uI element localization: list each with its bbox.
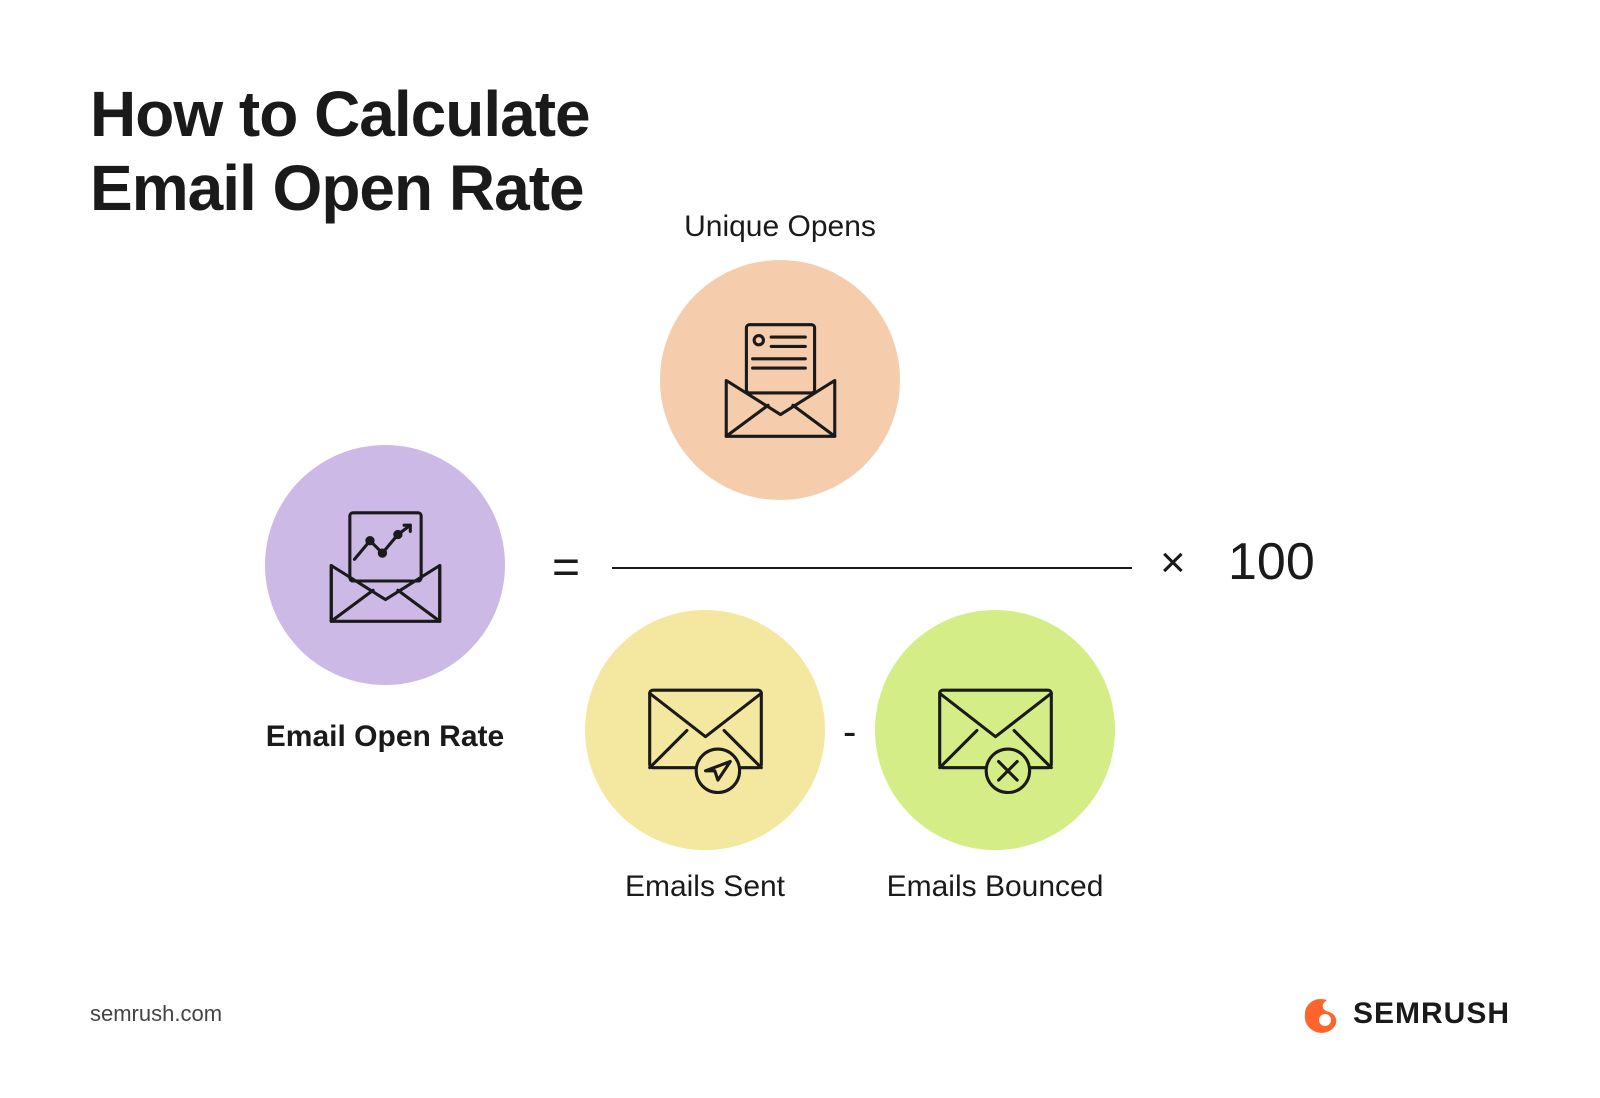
- open-rate-label: Email Open Rate: [245, 720, 525, 754]
- flame-icon: [1299, 992, 1343, 1036]
- open-rate-circle: [265, 445, 505, 685]
- emails-bounced-label: Emails Bounced: [855, 870, 1135, 904]
- emails-sent-circle: [585, 610, 825, 850]
- emails-bounced-circle: [875, 610, 1115, 850]
- page-title: How to Calculate Email Open Rate: [90, 78, 590, 225]
- footer-url: semrush.com: [90, 1001, 222, 1027]
- envelope-chart-icon: [308, 488, 463, 643]
- footer: semrush.com SEMRUSH: [90, 992, 1510, 1036]
- unique-opens-circle: [660, 260, 900, 500]
- times-sign: ×: [1160, 538, 1186, 588]
- formula-diagram: Email Open Rate = Unique Opens: [0, 250, 1600, 950]
- equals-sign: =: [552, 540, 580, 595]
- emails-sent-label: Emails Sent: [565, 870, 845, 904]
- brand-logo: SEMRUSH: [1299, 992, 1510, 1036]
- envelope-send-icon: [628, 653, 783, 808]
- title-line2: Email Open Rate: [90, 152, 584, 224]
- minus-sign: -: [843, 710, 856, 755]
- envelope-open-document-icon: [703, 303, 858, 458]
- multiplier-constant: 100: [1228, 532, 1315, 592]
- envelope-bounce-icon: [918, 653, 1073, 808]
- title-line1: How to Calculate: [90, 78, 590, 150]
- fraction-line: [612, 567, 1132, 569]
- brand-name: SEMRUSH: [1353, 997, 1510, 1031]
- unique-opens-label: Unique Opens: [640, 210, 920, 244]
